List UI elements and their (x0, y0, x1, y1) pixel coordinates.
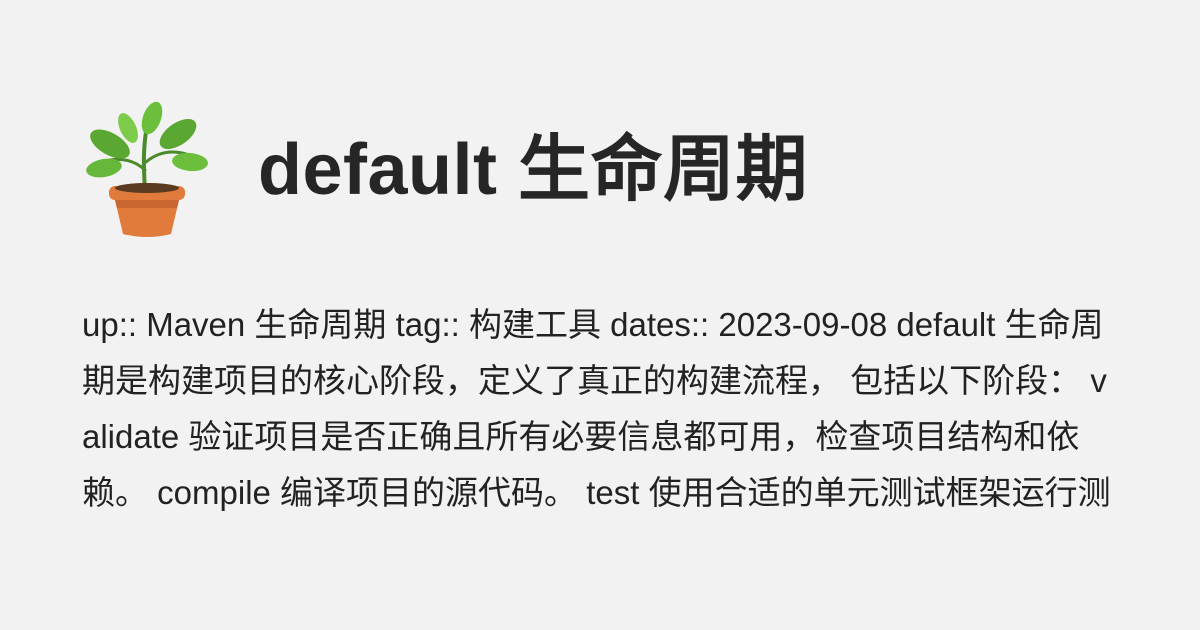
post-excerpt: up:: Maven 生命周期 tag:: 构建工具 dates:: 2023-… (82, 306, 1111, 511)
og-card: default 生命周期 up:: Maven 生命周期 tag:: 构建工具 … (0, 0, 1200, 630)
card-header: default 生命周期 (82, 100, 808, 240)
potted-plant-icon (86, 101, 208, 237)
page-title: default 生命周期 (258, 130, 809, 210)
